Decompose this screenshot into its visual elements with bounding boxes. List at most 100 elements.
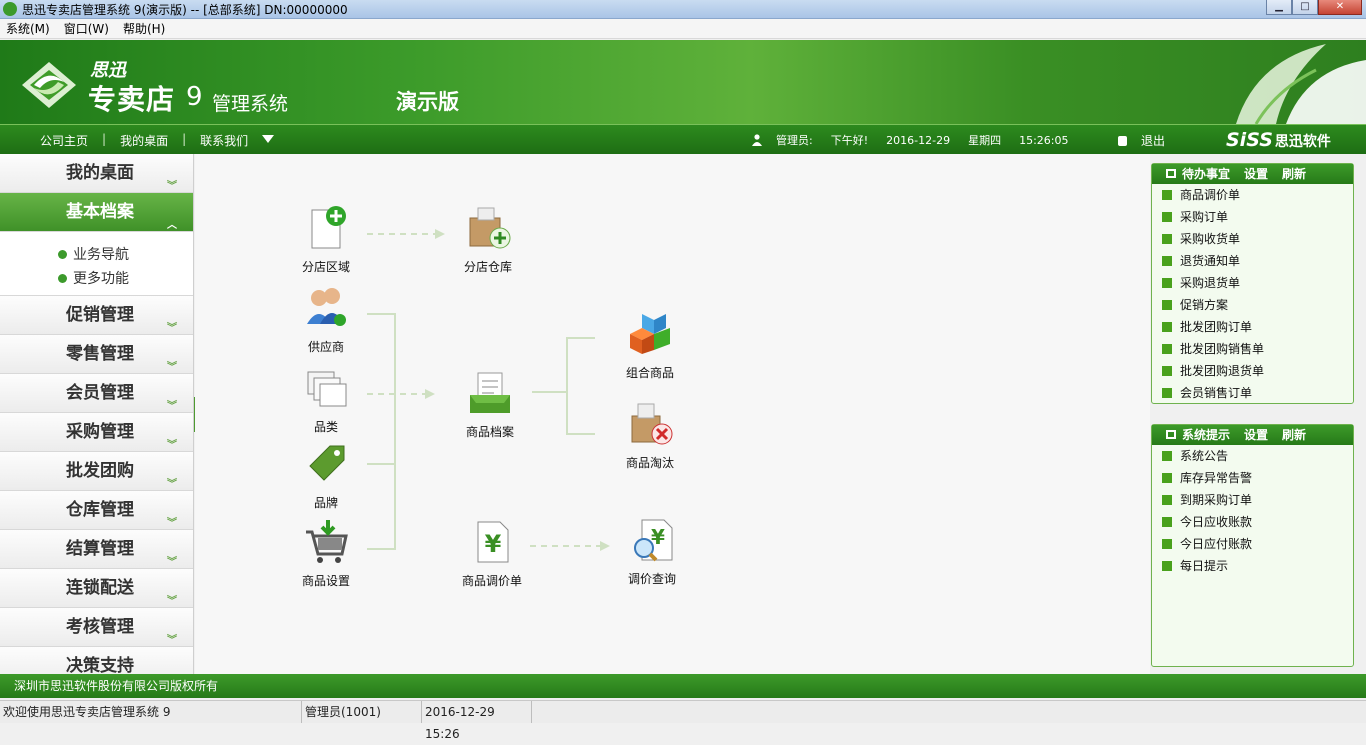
node-label: 商品设置	[301, 574, 350, 588]
nav-my-desktop[interactable]: 我的桌面	[120, 132, 168, 149]
node-label: 供应商	[307, 340, 344, 354]
logout-button[interactable]: 退出	[1118, 132, 1165, 149]
sidebar-item-assessment[interactable]: 考核管理 ︾	[0, 608, 193, 647]
todo-item-label: 采购订单	[1180, 210, 1229, 224]
menu-help[interactable]: 帮助(H)	[123, 20, 165, 37]
sidebar-item-basic-files[interactable]: 基本档案 ︿	[0, 193, 193, 232]
todo-item[interactable]: 采购订单	[1152, 206, 1353, 228]
sidebar-subitem-business-nav[interactable]: 业务导航	[58, 242, 193, 266]
todo-item[interactable]: 批发团购销售单	[1152, 338, 1353, 360]
maximize-button[interactable]: □	[1292, 0, 1318, 15]
todo-item-label: 促销方案	[1180, 298, 1229, 312]
nav-company-home[interactable]: 公司主页	[40, 132, 88, 149]
system-tip-item[interactable]: 今日应收账款	[1152, 511, 1353, 533]
sidebar-item-purchase[interactable]: 采购管理 ︾	[0, 413, 193, 452]
system-panel-header: 系统提示 设置 刷新	[1152, 425, 1353, 445]
sidebar-item-label: 基本档案	[66, 202, 134, 222]
close-button[interactable]: ✕	[1318, 0, 1362, 15]
sidebar-item-decision[interactable]: 决策支持	[0, 647, 193, 674]
system-tip-item[interactable]: 到期采购订单	[1152, 489, 1353, 511]
brand-main: 专卖店	[88, 83, 176, 116]
node-category[interactable]: 品类	[295, 364, 357, 435]
todo-item[interactable]: 退货通知单	[1152, 250, 1353, 272]
refresh-link[interactable]: 刷新	[1282, 164, 1306, 184]
node-price-query[interactable]: ¥ 调价查询	[621, 516, 683, 587]
sidebar-item-distribution[interactable]: 连锁配送 ︾	[0, 569, 193, 608]
svg-text:¥: ¥	[485, 530, 502, 558]
square-bullet-icon	[1162, 190, 1172, 200]
node-branch-area[interactable]: 分店区域	[295, 204, 357, 275]
sidebar-item-my-desktop[interactable]: 我的桌面 ︾	[0, 154, 193, 193]
node-label: 分店区域	[301, 260, 350, 274]
sidebar-item-label: 采购管理	[66, 422, 134, 442]
status-welcome: 欢迎使用思迅专卖店管理系统 9	[0, 701, 302, 723]
folders-icon	[307, 371, 347, 407]
sidebar-item-label: 批发团购	[66, 461, 134, 481]
system-tip-item[interactable]: 今日应付账款	[1152, 533, 1353, 555]
title-bar: 思迅专卖店管理系统 9(演示版) -- [总部系统] DN:00000000 ▁…	[0, 0, 1366, 19]
sidebar-item-label: 考核管理	[66, 617, 134, 637]
todo-item[interactable]: 会员销售订单	[1152, 382, 1353, 404]
todo-panel: 待办事宜 设置 刷新 商品调价单采购订单采购收货单退货通知单采购退货单促销方案批…	[1151, 163, 1354, 404]
company-logo: SiSS 思迅软件	[1226, 129, 1331, 151]
todo-item-label: 退货通知单	[1180, 254, 1241, 268]
square-bullet-icon	[1162, 451, 1172, 461]
arrow-head-1	[435, 229, 445, 239]
file-tray-icon	[470, 372, 510, 413]
todo-item[interactable]: 采购退货单	[1152, 272, 1353, 294]
menu-system[interactable]: 系统(M)	[6, 20, 50, 37]
settings-link[interactable]: 设置	[1244, 425, 1268, 445]
node-supplier[interactable]: 供应商	[295, 284, 357, 355]
square-bullet-icon	[1162, 366, 1172, 376]
top-nav: 公司主页 | 我的桌面 | 联系我们 管理员: 下午好! 2016-12-29 …	[0, 124, 1366, 154]
sidebar-item-promotion[interactable]: 促销管理 ︾	[0, 296, 193, 335]
todo-item-label: 采购退货单	[1180, 276, 1241, 290]
square-bullet-icon	[1162, 234, 1172, 244]
node-label: 商品档案	[465, 425, 514, 439]
node-product-file[interactable]: 商品档案	[457, 369, 523, 440]
node-eliminate[interactable]: 商品淘汰	[619, 400, 681, 471]
sidebar-item-member[interactable]: 会员管理 ︾	[0, 374, 193, 413]
nav-contact-us[interactable]: 联系我们	[200, 132, 248, 149]
system-tip-item-label: 到期采购订单	[1180, 493, 1253, 507]
todo-item[interactable]: 商品调价单	[1152, 184, 1353, 206]
arrow-head-2	[425, 389, 435, 399]
todo-item[interactable]: 采购收货单	[1152, 228, 1353, 250]
header-banner: 思迅 专卖店 9 管理系统 演示版	[0, 40, 1366, 124]
system-tip-item[interactable]: 系统公告	[1152, 445, 1353, 467]
todo-item[interactable]: 批发团购订单	[1152, 316, 1353, 338]
node-branch-warehouse[interactable]: 分店仓库	[457, 204, 519, 275]
user-label: 管理员:	[776, 134, 813, 147]
tag-icon	[309, 445, 345, 481]
minimize-button[interactable]: ▁	[1266, 0, 1292, 15]
yuan-document-icon: ¥	[477, 521, 509, 563]
company-name: 思迅软件	[1274, 134, 1331, 150]
todo-item[interactable]: 促销方案	[1152, 294, 1353, 316]
subitem-label: 更多功能	[73, 271, 129, 287]
window-icon	[1166, 430, 1176, 439]
node-product-setup[interactable]: 商品设置	[295, 518, 357, 589]
node-price-adjust[interactable]: ¥ 商品调价单	[457, 518, 527, 589]
system-tip-item[interactable]: 库存异常告警	[1152, 467, 1353, 489]
settings-link[interactable]: 设置	[1244, 164, 1268, 184]
sidebar-item-warehouse[interactable]: 仓库管理 ︾	[0, 491, 193, 530]
menu-window[interactable]: 窗口(W)	[64, 20, 109, 37]
people-icon	[307, 288, 346, 326]
sidebar-item-wholesale[interactable]: 批发团购 ︾	[0, 452, 193, 491]
cubes-icon	[630, 314, 670, 354]
node-brand[interactable]: 品牌	[295, 440, 357, 511]
panel-title: 待办事宜	[1182, 167, 1231, 181]
bracket-left	[367, 313, 396, 550]
todo-item[interactable]: 批发团购退货单	[1152, 360, 1353, 382]
refresh-link[interactable]: 刷新	[1282, 425, 1306, 445]
node-bundle[interactable]: 组合商品	[619, 310, 681, 381]
todo-item-label: 批发团购退货单	[1180, 364, 1265, 378]
dropdown-caret-icon[interactable]	[262, 135, 274, 143]
system-tip-item[interactable]: 每日提示	[1152, 555, 1353, 577]
sidebar-item-retail[interactable]: 零售管理 ︾	[0, 335, 193, 374]
sidebar-subitem-more[interactable]: 更多功能	[58, 266, 193, 290]
sidebar-item-settlement[interactable]: 结算管理 ︾	[0, 530, 193, 569]
status-datetime: 2016-12-29 15:26	[422, 701, 532, 741]
status-user: 管理员(1001)	[302, 701, 422, 723]
leaves-decoration-icon	[1236, 44, 1366, 124]
